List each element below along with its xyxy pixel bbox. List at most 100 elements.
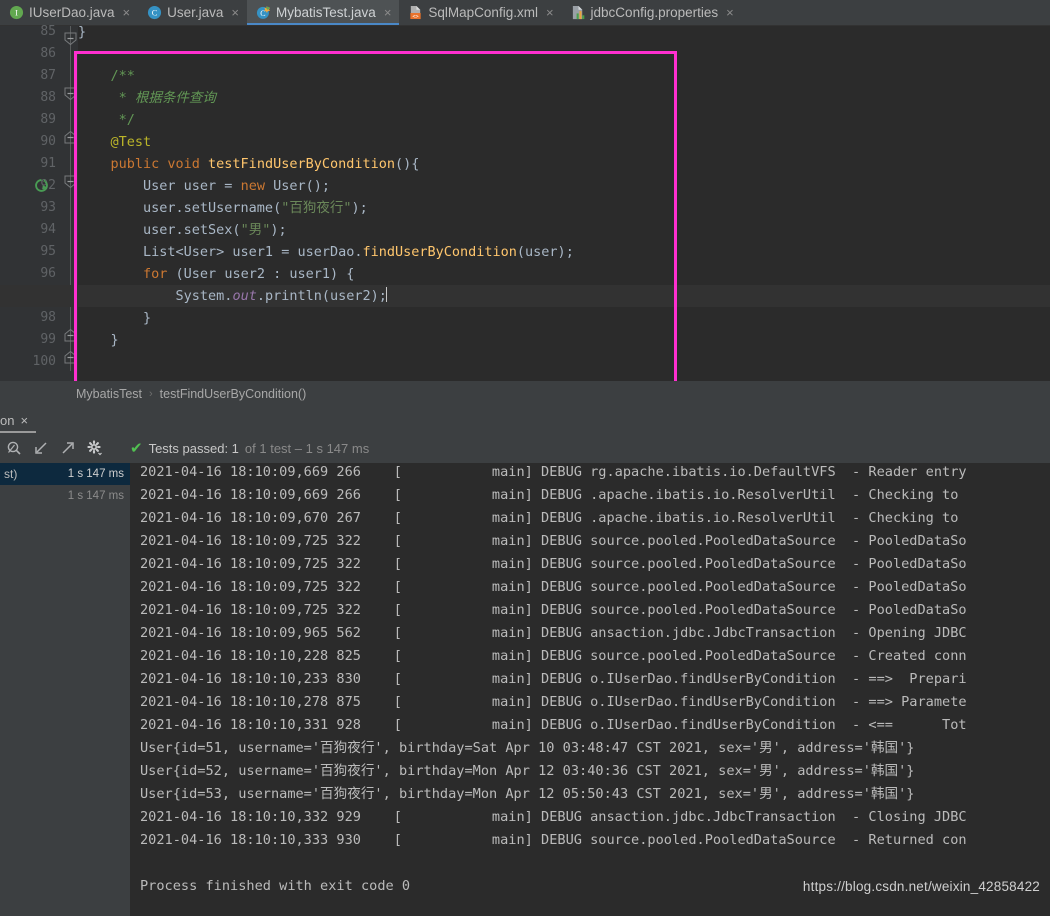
test-tree-row[interactable]: st) 1 s 147 ms: [0, 463, 130, 485]
code-line[interactable]: List<User> user1 = userDao.findUserByCon…: [78, 241, 574, 263]
code-editor[interactable]: 858687888990919293949596979899100 } /** …: [0, 24, 1050, 385]
line-number: 93: [40, 200, 56, 215]
code-line[interactable]: user.setSex("男");: [78, 219, 287, 241]
code-line[interactable]: User user = new User();: [78, 175, 330, 197]
console-line: User{id=52, username='百狗夜行', birthday=Mo…: [140, 763, 915, 779]
code-token: user.setSex(: [78, 222, 241, 238]
editor-gutter[interactable]: 858687888990919293949596979899100: [0, 24, 64, 381]
properties-file-icon: [571, 5, 586, 20]
code-token: }: [78, 24, 87, 40]
code-token: System.: [78, 288, 233, 304]
line-number: 87: [40, 68, 56, 83]
code-token: (user);: [516, 244, 574, 260]
settings-gear-icon[interactable]: [81, 435, 108, 461]
run-test-gutter-icon[interactable]: [34, 178, 49, 197]
line-number: 94: [40, 222, 56, 237]
tests-duration-label: of 1 test – 1 s 147 ms: [244, 440, 370, 456]
test-status: ✔ Tests passed: 1 of 1 test – 1 s 147 ms: [130, 441, 369, 456]
test-results-tree[interactable]: st) 1 s 147 ms 1 s 147 ms: [0, 463, 130, 916]
test-duration: 1 s 147 ms: [67, 468, 124, 480]
line-number: 85: [40, 24, 56, 39]
rerun-failed-tests-icon[interactable]: [0, 435, 27, 461]
breadcrumb-item[interactable]: testFindUserByCondition(): [160, 387, 307, 401]
code-token: *: [78, 90, 135, 106]
line-number: 86: [40, 46, 56, 61]
watermark-url: https://blog.csdn.net/weixin_42858422: [802, 879, 1040, 894]
fold-toggle-icon[interactable]: [64, 328, 77, 342]
fold-toggle-icon[interactable]: [64, 130, 77, 144]
close-icon[interactable]: ×: [546, 6, 554, 19]
code-line[interactable]: user.setUsername("百狗夜行");: [78, 197, 368, 219]
expand-all-icon[interactable]: [54, 435, 81, 461]
code-token: .println(user2);: [256, 288, 387, 304]
code-line[interactable]: }: [78, 329, 119, 351]
fold-toggle-icon[interactable]: [64, 32, 77, 46]
svg-text:C: C: [152, 8, 158, 18]
close-icon[interactable]: ×: [726, 6, 734, 19]
code-line[interactable]: @Test: [78, 131, 152, 153]
editor-tab-label: User.java: [167, 4, 224, 20]
code-token: @Test: [78, 134, 152, 150]
code-line[interactable]: /**: [78, 65, 135, 87]
code-token: List<User> user1 = userDao.: [78, 244, 363, 260]
code-token: (User user2 : user1) {: [175, 266, 355, 282]
fold-region-line: [70, 26, 71, 371]
line-number: 98: [40, 310, 56, 325]
fold-toggle-icon[interactable]: [64, 350, 77, 364]
close-icon[interactable]: ×: [123, 6, 131, 19]
close-icon[interactable]: ×: [20, 413, 28, 428]
code-line[interactable]: * 根据条件查询: [78, 87, 216, 109]
code-token: }: [78, 332, 119, 348]
breadcrumb[interactable]: MybatisTest › testFindUserByCondition(): [0, 381, 1050, 407]
java-test-class-icon: C: [256, 5, 271, 20]
editor-tab-mybatistest-java[interactable]: C MybatisTest.java ×: [247, 0, 400, 25]
code-token: User();: [273, 178, 330, 194]
code-folding-rail[interactable]: [64, 26, 78, 381]
code-line[interactable]: }: [78, 307, 151, 329]
console-line: 2021-04-16 18:10:09,725 322 [ main] DEBU…: [140, 556, 967, 572]
console-line: 2021-04-16 18:10:10,333 930 [ main] DEBU…: [140, 832, 967, 848]
console-line: 2021-04-16 18:10:09,725 322 [ main] DEBU…: [140, 533, 967, 549]
breadcrumb-item[interactable]: MybatisTest: [76, 387, 142, 401]
editor-tab-bar: I IUserDao.java × C User.java × C MybatisTest.j…: [0, 0, 1050, 26]
fold-toggle-icon[interactable]: [64, 175, 77, 189]
breadcrumb-separator: ›: [149, 388, 153, 400]
collapse-all-icon[interactable]: [27, 435, 54, 461]
code-token: findUserByCondition: [362, 244, 517, 260]
console-line: 2021-04-16 18:10:10,331 928 [ main] DEBU…: [140, 717, 967, 733]
console-output[interactable]: 2021-04-16 18:10:09,669 266 [ main] DEBU…: [130, 463, 1050, 916]
console-line: User{id=51, username='百狗夜行', birthday=Sa…: [140, 740, 915, 756]
editor-tab-label: SqlMapConfig.xml: [428, 4, 538, 20]
editor-tab-sqlmapconfig-xml[interactable]: <> SqlMapConfig.xml ×: [399, 0, 561, 25]
run-window-tab[interactable]: on ×: [0, 407, 37, 433]
java-interface-icon: I: [9, 5, 24, 20]
ide-window: I IUserDao.java × C User.java × C MybatisTest.j…: [0, 0, 1050, 916]
code-token: new: [240, 178, 274, 194]
code-token: User user =: [78, 178, 241, 194]
code-token: public void: [78, 156, 209, 172]
console-line: 2021-04-16 18:10:09,965 562 [ main] DEBU…: [140, 625, 967, 641]
console-line: 2021-04-16 18:10:09,725 322 [ main] DEBU…: [140, 602, 967, 618]
code-token: "男": [240, 222, 271, 238]
text-caret: [385, 287, 387, 302]
code-line[interactable]: System.out.println(user2);: [0, 285, 1050, 307]
svg-text:<>: <>: [413, 14, 419, 20]
line-number: 91: [40, 156, 56, 171]
editor-tab-user-java[interactable]: C User.java ×: [138, 0, 247, 25]
code-line[interactable]: */: [78, 109, 135, 131]
code-line[interactable]: public void testFindUserByCondition(){: [78, 153, 420, 175]
code-line[interactable]: }: [78, 21, 86, 43]
fold-toggle-icon[interactable]: [64, 87, 77, 101]
code-token: );: [351, 200, 368, 216]
close-icon[interactable]: ×: [384, 6, 392, 19]
console-line: 2021-04-16 18:10:10,332 929 [ main] DEBU…: [140, 809, 967, 825]
close-icon[interactable]: ×: [231, 6, 239, 19]
console-line: Process finished with exit code 0: [140, 878, 411, 894]
code-token: */: [78, 112, 135, 128]
test-tree-row[interactable]: 1 s 147 ms: [0, 485, 130, 507]
code-line[interactable]: for (User user2 : user1) {: [78, 263, 354, 285]
tests-passed-check-icon: ✔: [130, 439, 143, 457]
line-number: 90: [40, 134, 56, 149]
code-text-area[interactable]: } /** * 根据条件查询 */ @Test public void test…: [0, 24, 1050, 381]
editor-tab-jdbcconfig-properties[interactable]: jdbcConfig.properties ×: [562, 0, 742, 25]
